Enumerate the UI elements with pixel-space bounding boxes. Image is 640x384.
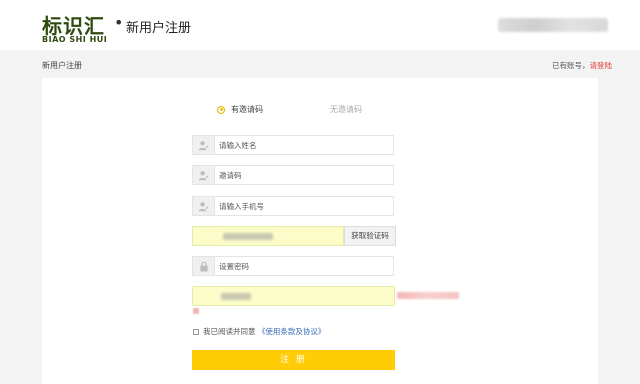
title-separator: • xyxy=(114,13,124,32)
invite-code-field xyxy=(192,165,394,185)
agree-checkbox[interactable] xyxy=(193,329,199,335)
page-title: 新用户注册 xyxy=(126,21,192,36)
user-icon xyxy=(193,136,215,154)
logo-subtitle: BIAO SHI HUI xyxy=(42,35,108,44)
radio-selected-icon[interactable] xyxy=(217,105,225,114)
redacted-code xyxy=(223,233,273,240)
phone-field xyxy=(192,196,394,216)
invite-code-input[interactable] xyxy=(219,166,389,184)
breadcrumb: 新用户注册 xyxy=(42,61,82,70)
tab-label: 有邀请码 xyxy=(231,105,263,114)
phone-input[interactable] xyxy=(219,197,389,215)
verification-code-input[interactable] xyxy=(192,226,344,246)
have-account-text: 已有账号， xyxy=(552,61,590,70)
breadcrumb-bar: 新用户注册 已有账号，请登陆 xyxy=(0,54,640,76)
login-prompt: 已有账号，请登陆 xyxy=(552,60,612,71)
agreement-text: 我已阅读并同意 xyxy=(203,327,256,336)
user-icon xyxy=(193,197,215,215)
redacted-password xyxy=(221,293,251,300)
register-button[interactable]: 注 册 xyxy=(192,350,395,370)
agreement-row: 我已阅读并同意 《使用条款及协议》 xyxy=(193,326,325,337)
tab-label: 无邀请码 xyxy=(330,105,362,114)
confirm-password-input[interactable] xyxy=(192,286,395,306)
top-header: 标识汇 BIAO SHI HUI • 新用户注册 xyxy=(0,0,640,50)
redacted-error-marker xyxy=(193,308,199,314)
user-icon xyxy=(193,166,215,184)
password-input[interactable] xyxy=(219,257,389,275)
tab-without-invite[interactable]: 无邀请码 xyxy=(330,104,362,115)
name-field xyxy=(192,135,394,155)
lock-icon xyxy=(193,257,215,275)
redacted-account-info xyxy=(498,18,608,32)
redacted-error-message xyxy=(397,292,459,299)
password-field xyxy=(192,256,394,276)
tab-with-invite[interactable]: 有邀请码 xyxy=(217,104,263,115)
get-code-button[interactable]: 获取验证码 xyxy=(344,226,396,246)
terms-link[interactable]: 《使用条款及协议》 xyxy=(258,327,326,336)
login-link[interactable]: 请登陆 xyxy=(590,61,613,70)
name-input[interactable] xyxy=(219,136,389,154)
